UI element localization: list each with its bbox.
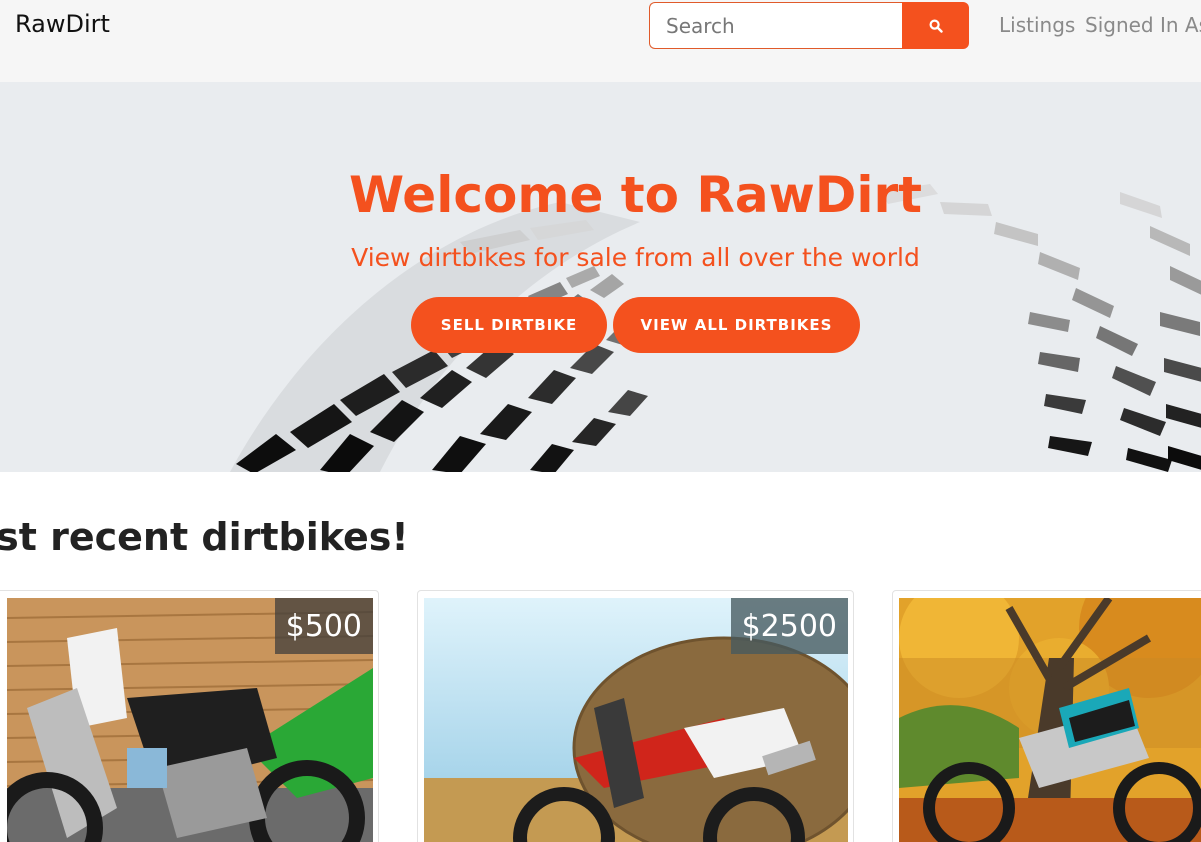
view-all-dirtbikes-button[interactable]: VIEW ALL DIRTBIKES — [613, 297, 860, 353]
nav-link-listings[interactable]: Listings — [999, 13, 1075, 37]
brand-logo[interactable]: RawDirt — [15, 10, 110, 38]
listing-photo[interactable]: $2500 — [424, 598, 848, 842]
right-tire-track — [880, 184, 1201, 472]
search-button[interactable] — [902, 2, 969, 49]
search-form — [649, 2, 969, 49]
sell-dirtbike-button[interactable]: SELL DIRTBIKE — [411, 297, 607, 353]
listing-photo[interactable]: $500 — [7, 598, 373, 842]
listing-card[interactable]: $500 — [0, 590, 379, 842]
hero-subtitle: View dirtbikes for sale from all over th… — [351, 243, 920, 272]
recent-section-title: ost recent dirtbikes! — [0, 515, 409, 559]
nav-link-signed-in-as[interactable]: Signed In As — [1085, 13, 1201, 37]
price-tag: $500 — [274, 598, 373, 654]
hero-title: Welcome to RawDirt — [348, 166, 923, 224]
listing-card[interactable]: $2500 — [417, 590, 854, 842]
hero-banner: Welcome to RawDirt View dirtbikes for sa… — [0, 82, 1201, 472]
listing-card[interactable] — [892, 590, 1201, 842]
search-input[interactable] — [649, 2, 902, 49]
search-icon — [928, 18, 943, 33]
price-tag: $2500 — [730, 598, 848, 654]
listing-photo[interactable] — [899, 598, 1201, 842]
tire-tracks-graphic — [230, 184, 1201, 472]
navbar: RawDirt Listings Signed In As — [0, 0, 1201, 82]
